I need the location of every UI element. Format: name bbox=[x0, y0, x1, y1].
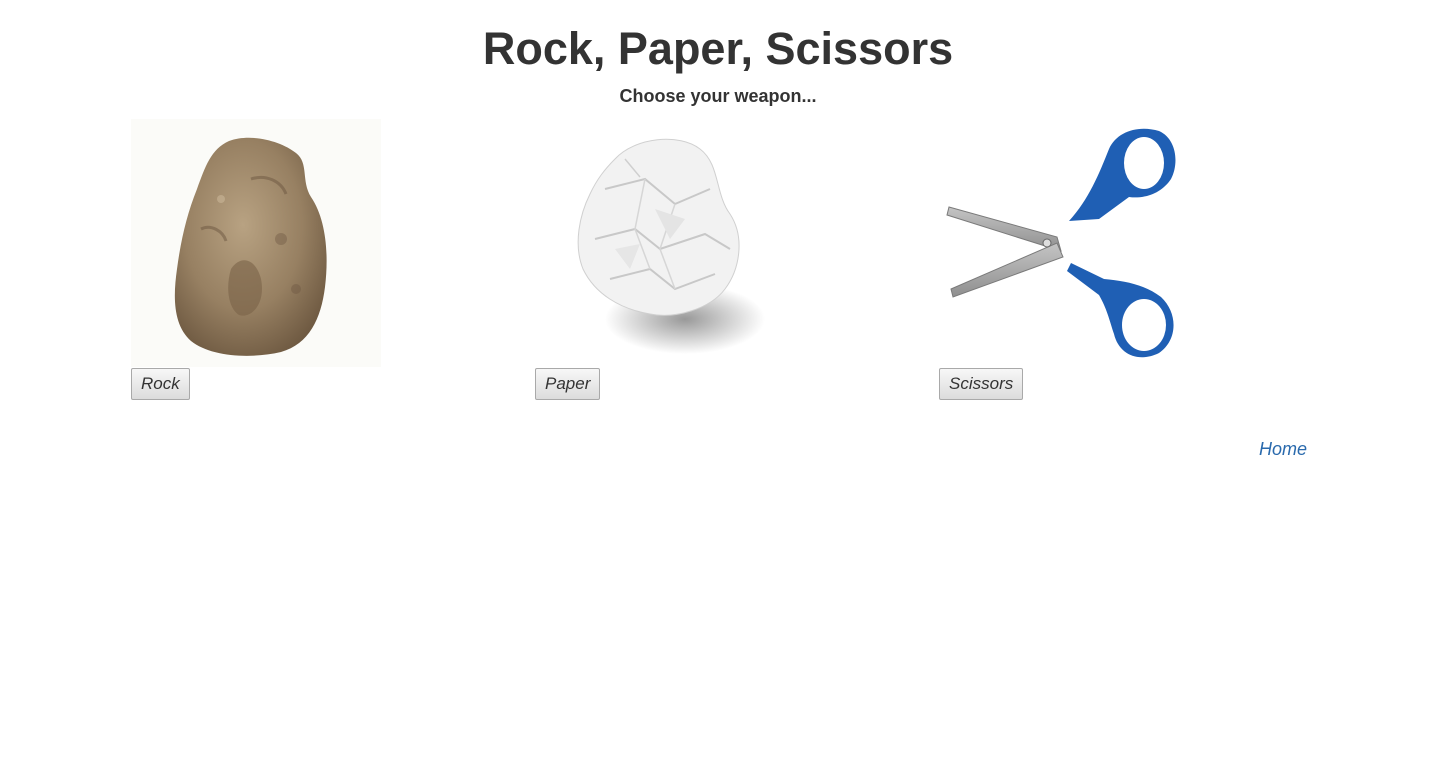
page-title: Rock, Paper, Scissors bbox=[482, 23, 954, 74]
rock-image[interactable] bbox=[131, 119, 381, 367]
paper-button[interactable]: Paper bbox=[535, 368, 601, 400]
choice-rock: Rock bbox=[131, 119, 381, 400]
scissors-image[interactable] bbox=[939, 119, 1189, 367]
home-link[interactable]: Home bbox=[1259, 439, 1307, 460]
choice-paper: Paper bbox=[535, 119, 785, 400]
page-subtitle: Choose your weapon... bbox=[619, 86, 817, 106]
scissors-button[interactable]: Scissors bbox=[939, 368, 1024, 400]
page: Rock, Paper, Scissors Choose your weapon… bbox=[0, 0, 1436, 773]
crumpled-paper-image[interactable] bbox=[535, 119, 785, 367]
rock-button[interactable]: Rock bbox=[131, 368, 190, 400]
choice-scissors: Scissors bbox=[939, 119, 1189, 400]
